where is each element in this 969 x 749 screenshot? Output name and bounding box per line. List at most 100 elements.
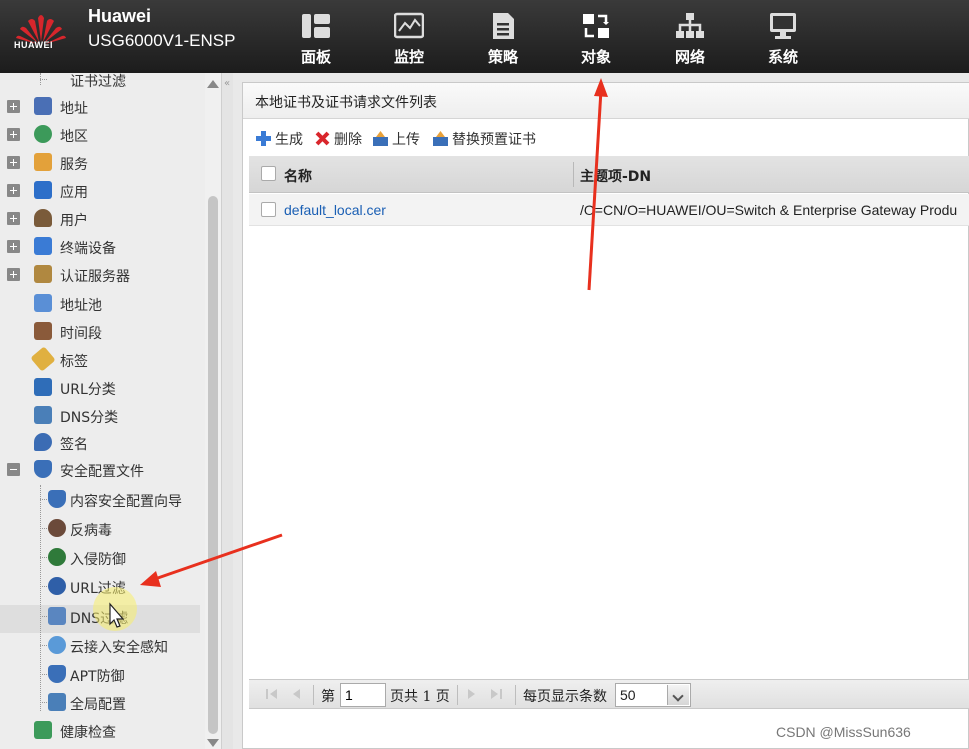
cert-dn-cell: /O=CN/O=HUAWEI/OU=Switch & Enterprise Ga… — [580, 202, 958, 218]
sidebar-item-service[interactable]: 服务 — [0, 150, 205, 176]
huawei-logo — [16, 15, 66, 44]
sidebar-item-user[interactable]: 用户 — [0, 206, 205, 232]
replace-icon — [433, 131, 448, 146]
sidebar-collapse-button[interactable]: « — [221, 73, 233, 749]
sidebar-item-label: 地址池 — [60, 298, 102, 314]
replace-default-cert-button[interactable]: 替换预置证书 — [432, 128, 544, 150]
nav-object[interactable]: 对象 — [549, 0, 643, 73]
row-checkbox[interactable] — [261, 202, 276, 217]
apt-shield-icon — [48, 665, 66, 683]
sidebar-item-cloud-access[interactable]: 云接入安全感知 — [0, 633, 205, 659]
sidebar-item-label: 时间段 — [60, 326, 102, 342]
next-page-icon[interactable] — [465, 688, 479, 700]
wizard-shield-icon — [48, 490, 66, 508]
panel-title: 本地证书及证书请求文件列表 — [255, 95, 437, 111]
delete-label: 删除 — [334, 132, 362, 148]
sidebar-item-apt[interactable]: APT防御 — [0, 662, 205, 688]
collapse-icon[interactable] — [7, 463, 20, 476]
page-number-input[interactable] — [340, 683, 386, 707]
sidebar-item-auth-server[interactable]: 认证服务器 — [0, 262, 205, 288]
sidebar-item-label: 云接入安全感知 — [70, 640, 168, 656]
first-page-icon[interactable] — [265, 688, 279, 700]
nav-monitor[interactable]: 监控 — [362, 0, 456, 73]
sidebar-item-time-range[interactable]: 时间段 — [0, 319, 205, 345]
sidebar-item-global-config[interactable]: 全局配置 — [0, 690, 205, 716]
sidebar-item-url-category[interactable]: URL分类 — [0, 375, 205, 401]
sidebar-item-address[interactable]: 地址 — [0, 94, 205, 120]
prev-page-icon[interactable] — [289, 688, 303, 700]
tag-icon — [30, 346, 56, 372]
sidebar-item-label: 地区 — [60, 129, 88, 145]
object-icon — [583, 14, 609, 38]
sidebar-item-application[interactable]: 应用 — [0, 178, 205, 204]
expand-icon[interactable] — [7, 184, 20, 197]
upload-button[interactable]: 上传 — [372, 128, 428, 150]
url-category-icon — [34, 378, 52, 396]
sidebar-item-content-security-wizard[interactable]: 内容安全配置向导 — [0, 487, 205, 513]
sidebar-scroll-thumb[interactable] — [208, 196, 218, 734]
plus-icon — [256, 131, 271, 146]
nav-policy[interactable]: 策略 — [456, 0, 550, 73]
dns-category-icon — [34, 406, 52, 424]
sidebar-item-label: URL过滤 — [70, 581, 126, 597]
per-page-select[interactable]: 50 — [615, 683, 691, 707]
column-header-dn[interactable]: 主题项-DN — [580, 166, 651, 186]
nav-policy-label: 策略 — [487, 48, 518, 66]
sidebar-item-label: 标签 — [60, 354, 88, 370]
sidebar-item-label: 地址 — [60, 101, 88, 117]
sidebar-item-label: 入侵防御 — [70, 552, 126, 568]
sidebar-item-label: 用户 — [60, 213, 88, 229]
sidebar-item-antivirus[interactable]: 反病毒 — [0, 516, 205, 542]
sidebar-item-label: 终端设备 — [60, 241, 116, 257]
policy-icon — [493, 13, 514, 39]
create-button[interactable]: 生成 — [255, 128, 311, 150]
scroll-down-arrow-icon[interactable] — [207, 739, 219, 747]
sidebar-item-label: APT防御 — [70, 669, 125, 685]
sidebar-item-label: DNS过滤 — [70, 611, 129, 627]
nav-system-label: 系统 — [767, 48, 798, 66]
sidebar-item-signature[interactable]: 签名 — [0, 430, 205, 456]
intrusion-icon — [48, 548, 66, 566]
dashboard-icon — [302, 14, 330, 38]
page-prefix: 第 — [321, 689, 335, 705]
delete-button[interactable]: 删除 — [314, 128, 368, 150]
last-page-icon[interactable] — [489, 688, 503, 700]
sidebar-item-security-profile[interactable]: 安全配置文件 — [0, 457, 205, 483]
sidebar-item-address-pool[interactable]: 地址池 — [0, 291, 205, 317]
chevron-down-icon[interactable] — [667, 685, 689, 705]
sidebar-item-url-filter[interactable]: URL过滤 — [0, 574, 205, 600]
device-icon — [34, 237, 52, 255]
page-total: 页共 1 页 — [390, 689, 450, 705]
table-row[interactable]: default_local.cer /O=CN/O=HUAWEI/OU=Swit… — [249, 194, 969, 226]
health-check-icon — [34, 721, 52, 739]
sidebar-item-region[interactable]: 地区 — [0, 122, 205, 148]
sidebar-item-health-check[interactable]: 健康检查 — [0, 718, 205, 744]
sidebar-item-tag[interactable]: 标签 — [0, 346, 205, 373]
nav-network[interactable]: 网络 — [643, 0, 737, 73]
sidebar-item-dns-category[interactable]: DNS分类 — [0, 403, 205, 429]
network-icon — [676, 13, 704, 38]
sidebar-item-ips[interactable]: 入侵防御 — [0, 545, 205, 571]
object-tree-sidebar: 证书过滤 地址 地区 服务 应用 用户 终端设备 认证服务器 地址池 时间段 标… — [0, 73, 223, 749]
logo-text: HUAWEI — [14, 40, 53, 50]
pagination-bar: 第 页共 1 页 每页显示条数 50 — [249, 679, 969, 709]
expand-icon[interactable] — [7, 100, 20, 113]
replace-label: 替换预置证书 — [452, 132, 536, 148]
column-header-name[interactable]: 名称 — [284, 166, 312, 186]
nav-dashboard[interactable]: 面板 — [269, 0, 363, 73]
upload-label: 上传 — [392, 132, 420, 148]
column-divider[interactable] — [573, 162, 574, 187]
select-all-checkbox[interactable] — [261, 166, 276, 181]
expand-icon[interactable] — [7, 128, 20, 141]
expand-icon[interactable] — [7, 156, 20, 169]
expand-icon[interactable] — [7, 268, 20, 281]
sidebar-item-terminal-device[interactable]: 终端设备 — [0, 234, 205, 260]
cert-name-link[interactable]: default_local.cer — [284, 202, 386, 218]
sidebar-item-cert-filter[interactable]: 证书过滤 — [0, 73, 205, 93]
nav-system[interactable]: 系统 — [736, 0, 830, 73]
scroll-up-arrow-icon[interactable] — [207, 80, 219, 88]
sidebar-item-dns-filter[interactable]: DNS过滤 — [0, 604, 205, 630]
expand-icon[interactable] — [7, 212, 20, 225]
cert-list-panel: 本地证书及证书请求文件列表 生成 删除 上传 替换预置证书 名称 主题项-DN … — [242, 82, 969, 749]
expand-icon[interactable] — [7, 240, 20, 253]
